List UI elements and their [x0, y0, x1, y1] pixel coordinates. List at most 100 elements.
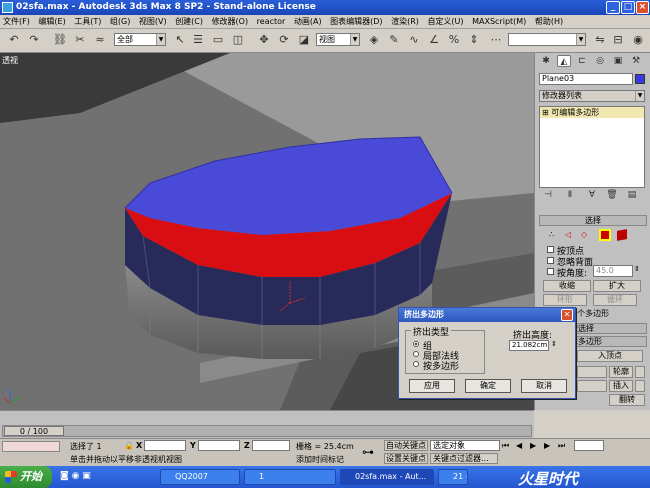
cancel-button[interactable]: 取消 — [521, 379, 567, 393]
ok-button[interactable]: 确定 — [465, 379, 511, 393]
percent-snap-icon[interactable]: % — [446, 32, 462, 48]
extrusion-height-input[interactable]: 21.082cm — [509, 340, 549, 351]
named-selection-icon[interactable]: ⋯ — [488, 32, 504, 48]
bind-space-warp-icon[interactable]: ≈ — [92, 32, 108, 48]
time-slider-thumb[interactable]: 0 / 100 — [4, 426, 64, 436]
redo-icon[interactable]: ↷ — [26, 32, 42, 48]
menu-group[interactable]: 组(G) — [107, 15, 133, 29]
radio-group[interactable] — [413, 341, 419, 347]
z-coordinate-field[interactable] — [252, 440, 290, 451]
menu-tools[interactable]: 工具(T) — [71, 15, 104, 29]
outline-settings-button[interactable] — [635, 366, 645, 378]
align-icon[interactable]: ⊟ — [610, 32, 626, 48]
next-frame-icon[interactable]: ▶ — [544, 441, 550, 450]
viewport-label[interactable]: 透视 — [2, 55, 18, 66]
motion-tab-icon[interactable]: ◎ — [593, 55, 607, 67]
shrink-button[interactable]: 收缩 — [543, 280, 591, 292]
task-folder[interactable]: 1 — [244, 469, 336, 485]
select-manipulate-icon[interactable]: ✎ — [386, 32, 402, 48]
time-slider-track[interactable] — [2, 425, 532, 437]
stack-item-editable-poly[interactable]: ⊞ 可编辑多边形 — [540, 107, 644, 118]
go-to-start-icon[interactable]: ⏮ — [502, 441, 509, 451]
object-color-swatch[interactable] — [635, 74, 645, 84]
modify-tab-icon[interactable]: ◭ — [557, 55, 571, 67]
remove-modifier-icon[interactable]: 🗑 — [605, 189, 619, 201]
apply-button[interactable]: 应用 — [409, 379, 455, 393]
modifier-list-dropdown[interactable]: 修改器列表 ▼ — [539, 90, 645, 102]
prev-frame-icon[interactable]: ◀ — [516, 441, 522, 450]
link-icon[interactable]: ⛓ — [52, 32, 68, 48]
stack-expand-icon[interactable]: ⊞ — [542, 108, 549, 117]
menu-customize[interactable]: 自定义(U) — [424, 15, 466, 29]
grow-button[interactable]: 扩大 — [593, 280, 641, 292]
set-key-button[interactable]: 设置关键点 — [384, 453, 428, 464]
hierarchy-tab-icon[interactable]: ⊏ — [575, 55, 589, 67]
ring-button[interactable]: 环形 — [543, 294, 587, 306]
by-angle-checkbox[interactable] — [547, 268, 554, 275]
lock-selection-icon[interactable]: 🔒 — [124, 441, 134, 450]
task-qq[interactable]: QQ2007 — [160, 469, 240, 485]
undo-icon[interactable]: ↶ — [6, 32, 22, 48]
menu-rendering[interactable]: 渲染(R) — [388, 15, 422, 29]
close-button[interactable]: × — [636, 1, 649, 14]
element-icon[interactable] — [617, 229, 627, 241]
pivot-icon[interactable]: ◈ — [366, 32, 382, 48]
maxscript-listener[interactable] — [2, 441, 60, 452]
menu-maxscript[interactable]: MAXScript(M) — [469, 15, 529, 29]
start-button[interactable]: 开始 — [0, 466, 52, 488]
outline-button[interactable]: 轮廓 — [609, 366, 633, 378]
loop-button[interactable]: 循环 — [593, 294, 637, 306]
border-icon[interactable]: ◇ — [581, 230, 591, 240]
bevel-button[interactable] — [577, 380, 607, 392]
menu-views[interactable]: 视图(V) — [136, 15, 170, 29]
task-3dsmax[interactable]: 02sfa.max - Aut... — [340, 469, 434, 485]
inset-button[interactable]: 插入 — [609, 380, 633, 392]
x-coordinate-field[interactable] — [144, 440, 186, 451]
utilities-tab-icon[interactable]: ⚒ — [629, 55, 643, 67]
polygon-icon[interactable] — [599, 229, 611, 241]
key-filters-button[interactable]: 关键点过滤器... — [430, 453, 498, 464]
key-icon[interactable]: ⊶ — [362, 445, 374, 459]
pin-stack-icon[interactable]: ⊣ — [541, 189, 555, 201]
display-tab-icon[interactable]: ▣ — [611, 55, 625, 67]
menu-reactor[interactable]: reactor — [254, 15, 289, 29]
menu-edit[interactable]: 编辑(E) — [35, 15, 68, 29]
angle-spinner[interactable]: 45.0 — [593, 265, 633, 277]
task-other[interactable]: 21 - ... — [438, 469, 468, 485]
angle-snap-icon[interactable]: ∠ — [426, 32, 442, 48]
quick-launch-icons[interactable]: ◙ ◉ ▣ — [60, 471, 91, 481]
spinner-arrows-icon[interactable]: ⇕ — [634, 265, 640, 273]
menu-graph-editors[interactable]: 图表编辑器(D) — [327, 15, 385, 29]
insert-vertex-button[interactable]: 入顶点 — [577, 350, 643, 362]
rotate-icon[interactable]: ⟳ — [276, 32, 292, 48]
select-object-icon[interactable]: ↖ — [172, 32, 188, 48]
named-selection-sets-dropdown[interactable]: ▼ — [508, 33, 586, 46]
menu-create[interactable]: 创建(C) — [172, 15, 206, 29]
edge-icon[interactable]: ◁ — [565, 230, 575, 240]
selected-mode-dropdown[interactable]: 选定对象 — [430, 440, 500, 451]
vertex-icon[interactable]: ∴ — [549, 230, 559, 240]
show-end-result-icon[interactable]: Ⅱ — [563, 189, 577, 201]
y-coordinate-field[interactable] — [198, 440, 240, 451]
select-region-icon[interactable]: ▭ — [210, 32, 226, 48]
inset-settings-button[interactable] — [635, 380, 645, 392]
spinner-snap-icon[interactable]: ⇕ — [466, 32, 482, 48]
menu-modifiers[interactable]: 修改器(O) — [209, 15, 252, 29]
auto-key-button[interactable]: 自动关键点 — [384, 440, 428, 451]
object-name-field[interactable]: Plane03 — [539, 73, 633, 85]
move-icon[interactable]: ✥ — [256, 32, 272, 48]
radio-by-polygon[interactable] — [413, 361, 419, 367]
ignore-backfacing-checkbox[interactable] — [547, 257, 554, 264]
configure-modifier-sets-icon[interactable]: ▤ — [625, 189, 639, 201]
menu-help[interactable]: 帮助(H) — [532, 15, 566, 29]
menu-animation[interactable]: 动画(A) — [291, 15, 325, 29]
by-vertex-checkbox[interactable] — [547, 246, 554, 253]
extrude-button[interactable] — [577, 366, 607, 378]
current-frame-field[interactable] — [574, 440, 604, 451]
flip-button[interactable]: 翻转 — [609, 394, 645, 406]
menu-file[interactable]: 文件(F) — [0, 15, 33, 29]
select-by-name-icon[interactable]: ☰ — [190, 32, 206, 48]
unlink-icon[interactable]: ✂ — [72, 32, 88, 48]
height-spinner-icon[interactable]: ⇕ — [551, 340, 557, 348]
go-to-end-icon[interactable]: ⏭ — [558, 441, 565, 451]
